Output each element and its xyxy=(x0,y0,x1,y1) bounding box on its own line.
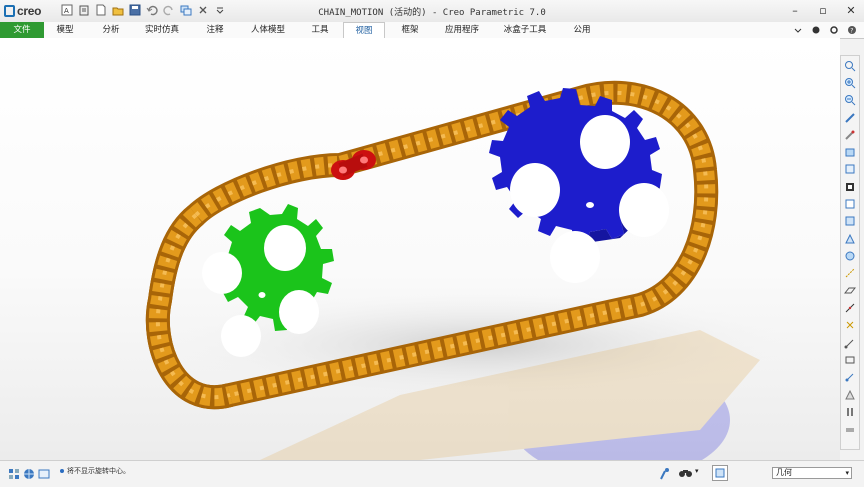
zoom-out-icon[interactable] xyxy=(844,94,856,106)
perspective-icon[interactable] xyxy=(844,233,856,245)
section-icon[interactable] xyxy=(844,198,856,210)
pause-icon[interactable] xyxy=(844,406,856,418)
plane-display-icon[interactable] xyxy=(844,285,856,297)
tab-framework[interactable]: 框架 xyxy=(396,22,424,38)
right-view-toolbar xyxy=(840,55,860,450)
spin-center-icon[interactable] xyxy=(844,129,856,141)
status-message-text: 将不显示旋转中心。 xyxy=(67,467,130,475)
window-title: CHAIN_MOTION (活动的) - Creo Parametric 7.0 xyxy=(318,8,546,18)
tab-annotate[interactable]: 注释 xyxy=(200,22,230,38)
zoom-in-icon[interactable] xyxy=(844,77,856,89)
chain-drive-model[interactable] xyxy=(0,38,840,480)
status-bar: 将不显示旋转中心。 ▾ 几何 ▾ xyxy=(0,460,864,487)
browser-toggle-icon[interactable] xyxy=(23,468,35,483)
simulation-display-icon[interactable] xyxy=(844,389,856,401)
navigator-toggle-icon[interactable] xyxy=(8,468,20,483)
named-views-icon[interactable] xyxy=(844,181,856,193)
full-screen-icon[interactable] xyxy=(38,468,50,483)
filter-value: 几何 xyxy=(776,468,792,477)
view-manager-icon[interactable] xyxy=(844,215,856,227)
csys-display-icon[interactable] xyxy=(844,337,856,349)
tab-icebox-tools[interactable]: 冰盒子工具 xyxy=(500,22,550,38)
svg-text:?: ? xyxy=(850,28,853,35)
ribbon-tabs: 文件 模型 分析 实时仿真 注释 人体模型 工具 视图 框架 应用程序 冰盒子工… xyxy=(0,22,864,39)
tab-tools[interactable]: 工具 xyxy=(306,22,334,38)
connection-display-icon[interactable] xyxy=(844,371,856,383)
tab-model[interactable]: 模型 xyxy=(50,22,80,38)
selection-filter-icon[interactable] xyxy=(712,465,728,481)
window-controls: – ▫ ✕ xyxy=(786,2,860,18)
title-bar: creo A CHAIN_MOTION (活动的) - Creo Paramet… xyxy=(0,0,864,23)
graphics-window[interactable] xyxy=(0,38,840,480)
refit-icon[interactable] xyxy=(844,60,856,72)
find-dropdown-icon[interactable]: ▾ xyxy=(695,467,699,475)
toolbar-more-icon[interactable] xyxy=(844,424,856,436)
minimize-icon[interactable]: – xyxy=(786,2,804,18)
help-icon[interactable]: ? xyxy=(846,24,858,36)
maximize-icon[interactable]: ▫ xyxy=(814,2,832,18)
settings-icon[interactable] xyxy=(828,24,840,36)
chevron-down-icon: ▾ xyxy=(845,469,849,477)
datum-display-icon[interactable] xyxy=(844,267,856,279)
message-bullet-icon xyxy=(60,469,64,473)
display-style-icon[interactable] xyxy=(844,146,856,158)
tab-analysis[interactable]: 分析 xyxy=(96,22,126,38)
ribbon-right-controls: ? xyxy=(792,24,858,36)
appearance-icon[interactable] xyxy=(844,250,856,262)
selection-filter-dropdown[interactable]: 几何 ▾ xyxy=(772,467,852,479)
sphere-icon[interactable] xyxy=(810,24,822,36)
status-message: 将不显示旋转中心。 xyxy=(60,466,130,476)
tab-file[interactable]: 文件 xyxy=(0,22,44,38)
tab-applications[interactable]: 应用程序 xyxy=(440,22,484,38)
annotation-display-icon[interactable] xyxy=(844,354,856,366)
close-icon[interactable]: ✕ xyxy=(842,2,860,18)
point-display-icon[interactable] xyxy=(844,319,856,331)
tab-manikin[interactable]: 人体模型 xyxy=(246,22,290,38)
large-sprocket[interactable] xyxy=(489,88,669,283)
repaint-icon[interactable] xyxy=(844,112,856,124)
saved-orientations-icon[interactable] xyxy=(844,163,856,175)
smart-select-icon[interactable] xyxy=(658,467,672,483)
tab-common[interactable]: 公用 xyxy=(568,22,596,38)
minimize-ribbon-icon[interactable] xyxy=(792,24,804,36)
tab-live-simulation[interactable]: 实时仿真 xyxy=(140,22,184,38)
tab-view[interactable]: 视图 xyxy=(343,22,385,38)
axis-display-icon[interactable] xyxy=(844,302,856,314)
find-icon[interactable] xyxy=(678,467,694,482)
